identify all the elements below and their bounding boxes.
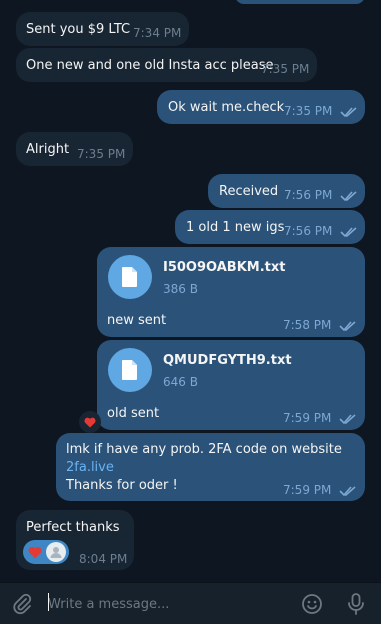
file-message-bubble[interactable]: I50O9OABKM.txt 386 B new sent 7:58 PM (97, 247, 365, 337)
message-bubble-outgoing[interactable]: Ok wait me.check 7:35 PM (157, 90, 365, 124)
document-icon[interactable] (108, 255, 152, 299)
message-time: 7:35 PM (261, 62, 310, 76)
double-check-icon (340, 107, 357, 118)
microphone-icon[interactable] (344, 592, 368, 616)
message-bubble-incoming[interactable]: Sent you $9 LTC 7:34 PM (16, 12, 189, 46)
message-bubble-incoming[interactable]: One new and one old Insta acc please 7:3… (16, 48, 317, 82)
message-text: Perfect thanks (26, 520, 120, 535)
message-time: 7:34 PM (133, 26, 182, 40)
double-check-icon (340, 191, 357, 202)
message-text: Received (219, 184, 279, 199)
message-time: 7:35 PM (284, 104, 333, 118)
message-text: 1 old 1 new igs (186, 220, 285, 235)
message-bubble-outgoing[interactable]: Received 7:56 PM (208, 174, 365, 208)
message-bubble-incoming[interactable]: Perfect thanks 8:04 PM (16, 510, 134, 570)
message-time: 7:35 PM (77, 147, 126, 161)
file-name[interactable]: I50O9OABKM.txt (163, 260, 285, 275)
message-bubble-outgoing[interactable]: lmk if have any prob. 2FA code on websit… (56, 433, 365, 501)
heart-icon (84, 417, 96, 427)
message-composer (0, 582, 381, 624)
smiley-icon[interactable] (300, 592, 324, 616)
message-text: Ok wait me.check (168, 100, 285, 115)
paperclip-icon[interactable] (10, 592, 34, 616)
message-bubble-outgoing[interactable]: 1 old 1 new igs 7:56 PM (175, 210, 365, 244)
message-text: new sent (107, 313, 167, 328)
message-text: Alright (26, 142, 70, 157)
double-check-icon (339, 321, 356, 332)
file-size: 386 B (163, 282, 198, 296)
reaction-pill[interactable] (23, 540, 69, 564)
double-check-icon (340, 227, 357, 238)
file-size: 646 B (163, 375, 198, 389)
message-text: Sent you $9 LTC (26, 22, 131, 37)
message-time: 8:04 PM (79, 552, 128, 566)
heart-icon (26, 543, 44, 561)
double-check-icon (339, 414, 356, 425)
message-bubble-incoming[interactable]: Alright 7:35 PM (16, 132, 133, 166)
message-time: 7:56 PM (284, 224, 333, 238)
message-text: Thanks for oder ! (66, 478, 178, 493)
message-time: 7:59 PM (283, 411, 332, 425)
avatar (46, 542, 66, 562)
message-text: lmk if have any prob. 2FA code on websit… (66, 442, 342, 457)
chat-history[interactable]: Sent you $9 LTC 7:34 PM One new and one … (0, 0, 381, 582)
message-text: One new and one old Insta acc please (26, 58, 274, 73)
document-icon[interactable] (108, 348, 152, 392)
text-cursor (48, 593, 49, 611)
message-bubble-partial[interactable] (235, 0, 365, 4)
website-link[interactable]: 2fa.live (66, 460, 114, 475)
message-time: 7:59 PM (283, 483, 332, 497)
message-input[interactable] (48, 591, 288, 617)
file-message-bubble[interactable]: QMUDFGYTH9.txt 646 B old sent 7:59 PM (97, 340, 365, 430)
double-check-icon (339, 486, 356, 497)
reaction-heart-badge[interactable] (79, 411, 101, 433)
message-text: old sent (107, 406, 160, 421)
file-name[interactable]: QMUDFGYTH9.txt (163, 353, 292, 368)
message-time: 7:56 PM (284, 188, 333, 202)
message-time: 7:58 PM (283, 318, 332, 332)
